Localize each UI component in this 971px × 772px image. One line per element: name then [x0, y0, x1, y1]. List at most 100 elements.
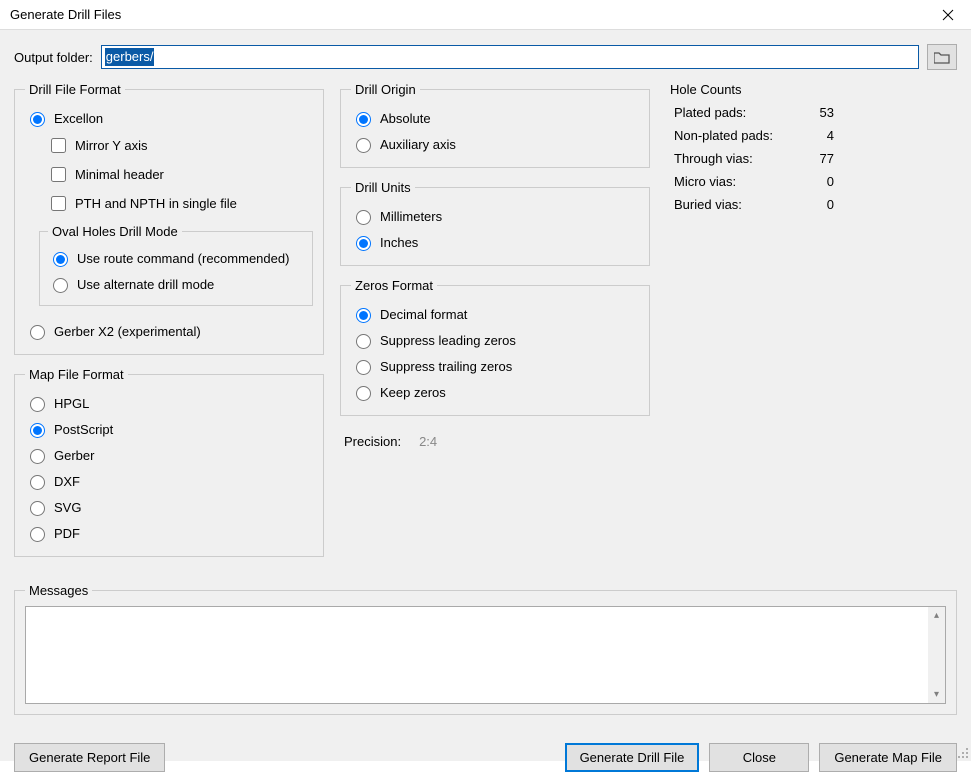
output-folder-row: Output folder: gerbers/	[14, 44, 957, 70]
generate-map-button[interactable]: Generate Map File	[819, 743, 957, 772]
main-columns: Drill File Format Excellon Mirror Y axis…	[14, 82, 957, 569]
precision-label: Precision:	[344, 434, 401, 449]
zeros-format-group: Zeros Format Decimal format Suppress lea…	[340, 278, 650, 416]
micro-vias-row: Micro vias: 0	[674, 170, 953, 193]
oval-alt-row: Use alternate drill mode	[48, 271, 304, 297]
oval-alt-radio[interactable]	[53, 278, 68, 293]
mirror-y-checkbox[interactable]	[51, 138, 66, 153]
buried-vias-value: 0	[804, 197, 834, 212]
drill-origin-group: Drill Origin Absolute Auxiliary axis	[340, 82, 650, 168]
suppress-trailing-radio[interactable]	[356, 360, 371, 375]
buried-vias-row: Buried vias: 0	[674, 193, 953, 216]
auxiliary-label[interactable]: Auxiliary axis	[380, 137, 456, 152]
absolute-radio[interactable]	[356, 112, 371, 127]
resize-grip-icon	[955, 745, 969, 759]
mirror-y-row: Mirror Y axis	[47, 131, 313, 160]
mm-radio[interactable]	[356, 210, 371, 225]
pth-single-row: PTH and NPTH in single file	[47, 189, 313, 218]
mm-label[interactable]: Millimeters	[380, 209, 442, 224]
through-vias-value: 77	[804, 151, 834, 166]
excellon-radio[interactable]	[30, 112, 45, 127]
suppress-leading-label[interactable]: Suppress leading zeros	[380, 333, 516, 348]
drill-units-legend: Drill Units	[351, 180, 415, 195]
gerber-x2-radio[interactable]	[30, 325, 45, 340]
minimal-header-row: Minimal header	[47, 160, 313, 189]
pth-single-label[interactable]: PTH and NPTH in single file	[75, 196, 237, 211]
zeros-format-legend: Zeros Format	[351, 278, 437, 293]
pdf-label[interactable]: PDF	[54, 526, 80, 541]
oval-holes-legend: Oval Holes Drill Mode	[48, 224, 182, 239]
suppress-trailing-label[interactable]: Suppress trailing zeros	[380, 359, 512, 374]
inches-radio[interactable]	[356, 236, 371, 251]
keep-zeros-radio[interactable]	[356, 386, 371, 401]
svg-label[interactable]: SVG	[54, 500, 81, 515]
svg-radio[interactable]	[30, 501, 45, 516]
gerber-map-radio[interactable]	[30, 449, 45, 464]
plated-pads-value: 53	[804, 105, 834, 120]
oval-alt-label[interactable]: Use alternate drill mode	[77, 277, 214, 292]
decimal-label[interactable]: Decimal format	[380, 307, 467, 322]
scroll-down-icon: ▾	[928, 686, 945, 703]
minimal-header-checkbox[interactable]	[51, 167, 66, 182]
inches-label[interactable]: Inches	[380, 235, 418, 250]
postscript-radio[interactable]	[30, 423, 45, 438]
decimal-radio[interactable]	[356, 308, 371, 323]
suppress-leading-radio[interactable]	[356, 334, 371, 349]
map-file-format-group: Map File Format HPGL PostScript Gerber D…	[14, 367, 324, 557]
minimal-header-label[interactable]: Minimal header	[75, 167, 164, 182]
scroll-up-icon: ▴	[928, 607, 945, 624]
absolute-label[interactable]: Absolute	[380, 111, 431, 126]
title-bar: Generate Drill Files	[0, 0, 971, 30]
drill-origin-legend: Drill Origin	[351, 82, 420, 97]
output-folder-value: gerbers/	[105, 48, 155, 66]
gerber-x2-row: Gerber X2 (experimental)	[25, 318, 313, 344]
excellon-radio-row: Excellon	[25, 105, 313, 131]
oval-route-row: Use route command (recommended)	[48, 245, 304, 271]
oval-route-radio[interactable]	[53, 252, 68, 267]
hole-counts-legend: Hole Counts	[670, 82, 742, 97]
column-right: Hole Counts Plated pads: 53 Non-plated p…	[666, 82, 957, 569]
gerber-map-label[interactable]: Gerber	[54, 448, 94, 463]
messages-group: Messages ▴ ▾	[14, 583, 957, 715]
dxf-radio[interactable]	[30, 475, 45, 490]
auxiliary-radio[interactable]	[356, 138, 371, 153]
mirror-y-label[interactable]: Mirror Y axis	[75, 138, 147, 153]
close-window-button[interactable]	[925, 0, 971, 30]
micro-vias-value: 0	[804, 174, 834, 189]
column-middle: Drill Origin Absolute Auxiliary axis Dri…	[340, 82, 650, 569]
through-vias-row: Through vias: 77	[674, 147, 953, 170]
excellon-label[interactable]: Excellon	[54, 111, 103, 126]
close-icon	[942, 9, 954, 21]
generate-report-button[interactable]: Generate Report File	[14, 743, 165, 772]
client-area: Output folder: gerbers/ Drill File Forma…	[0, 30, 971, 761]
non-plated-pads-row: Non-plated pads: 4	[674, 124, 953, 147]
column-left: Drill File Format Excellon Mirror Y axis…	[14, 82, 324, 569]
keep-zeros-label[interactable]: Keep zeros	[380, 385, 446, 400]
messages-scrollbar[interactable]: ▴ ▾	[928, 607, 945, 703]
button-bar: Generate Report File Generate Drill File…	[14, 743, 957, 772]
hole-counts-table: Plated pads: 53 Non-plated pads: 4 Throu…	[670, 101, 953, 216]
oval-holes-group: Oval Holes Drill Mode Use route command …	[39, 224, 313, 306]
pth-single-checkbox[interactable]	[51, 196, 66, 211]
plated-pads-label: Plated pads:	[674, 105, 804, 120]
buttons-right: Generate Drill File Close Generate Map F…	[565, 743, 957, 772]
precision-value: 2:4	[419, 434, 437, 449]
micro-vias-label: Micro vias:	[674, 174, 804, 189]
pdf-radio[interactable]	[30, 527, 45, 542]
messages-textarea[interactable]: ▴ ▾	[25, 606, 946, 704]
folder-icon	[934, 51, 950, 64]
hpgl-label[interactable]: HPGL	[54, 396, 89, 411]
output-folder-label: Output folder:	[14, 50, 93, 65]
close-button[interactable]: Close	[709, 743, 809, 772]
postscript-label[interactable]: PostScript	[54, 422, 113, 437]
gerber-x2-label[interactable]: Gerber X2 (experimental)	[54, 324, 201, 339]
hpgl-radio[interactable]	[30, 397, 45, 412]
oval-route-label[interactable]: Use route command (recommended)	[77, 251, 289, 266]
messages-legend: Messages	[25, 583, 92, 598]
non-plated-pads-label: Non-plated pads:	[674, 128, 804, 143]
browse-folder-button[interactable]	[927, 44, 957, 70]
generate-drill-button[interactable]: Generate Drill File	[565, 743, 700, 772]
output-folder-input[interactable]: gerbers/	[101, 45, 919, 69]
non-plated-pads-value: 4	[804, 128, 834, 143]
dxf-label[interactable]: DXF	[54, 474, 80, 489]
